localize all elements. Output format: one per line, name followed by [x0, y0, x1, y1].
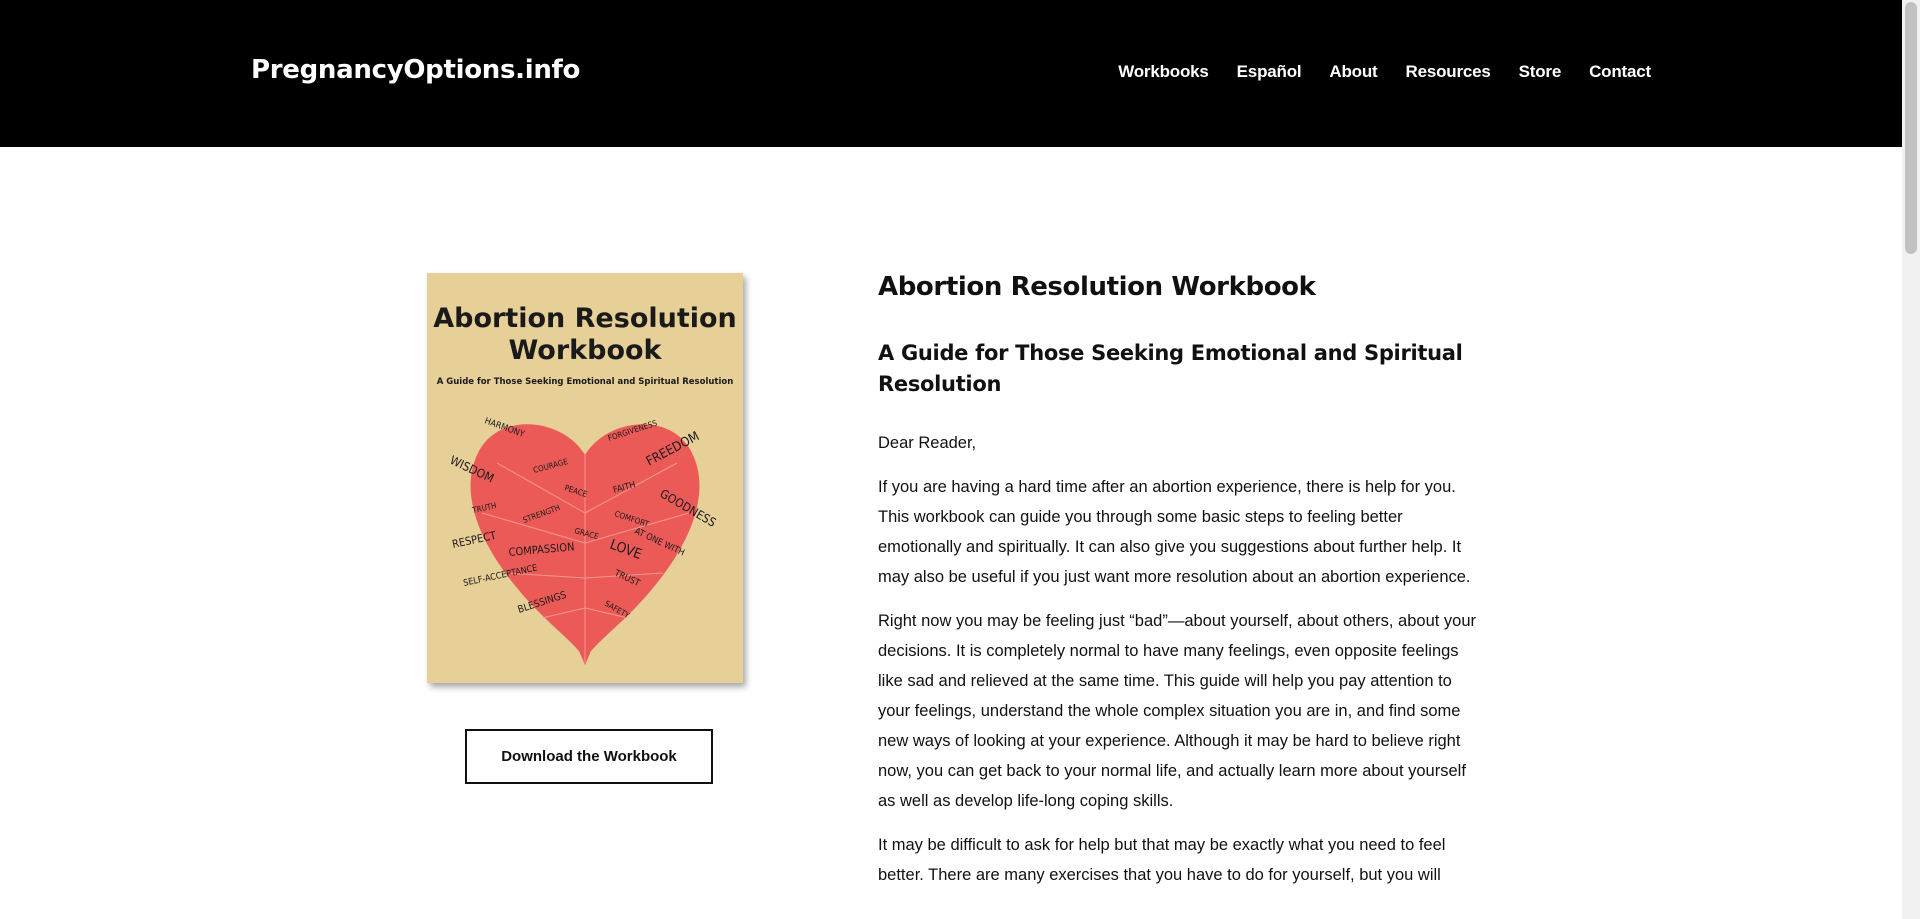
cover-title-line-1: Abortion Resolution	[433, 303, 737, 334]
page-scrollbar[interactable]	[1902, 0, 1920, 919]
cover-subtitle: A Guide for Those Seeking Emotional and …	[436, 377, 734, 387]
workbook-cover-image: Abortion Resolution Workbook A Guide for…	[427, 273, 743, 683]
body-paragraph: If you are having a hard time after an a…	[878, 478, 1471, 586]
cover-title: Abortion Resolution Workbook	[427, 303, 743, 367]
cover-title-line-2: Workbook	[508, 335, 662, 366]
nav-contact[interactable]: Contact	[1589, 62, 1651, 82]
download-workbook-button[interactable]: Download the Workbook	[465, 729, 713, 784]
scrollbar-thumb[interactable]	[1905, 2, 1917, 254]
site-logo[interactable]: PregnancyOptions.info	[251, 55, 580, 85]
nav-workbooks[interactable]: Workbooks	[1118, 62, 1209, 82]
nav-resources[interactable]: Resources	[1406, 62, 1491, 82]
page-subtitle: A Guide for Those Seeking Emotional and …	[878, 341, 1463, 396]
body-paragraph: Right now you may be feeling just “bad”—…	[878, 612, 1477, 810]
main-content: Abortion Resolution Workbook A Guide for…	[878, 272, 1478, 890]
nav-about[interactable]: About	[1329, 62, 1377, 82]
greeting-text: Dear Reader,	[878, 434, 977, 452]
page-title: Abortion Resolution Workbook	[878, 272, 1316, 302]
nav-store[interactable]: Store	[1519, 62, 1562, 82]
nav-espanol[interactable]: Español	[1237, 62, 1302, 82]
site-header: PregnancyOptions.info Workbooks Español …	[0, 0, 1902, 147]
body-paragraph: It may be difficult to ask for help but …	[878, 836, 1446, 884]
main-nav: Workbooks Español About Resources Store …	[1118, 62, 1651, 82]
heart-leaf-illustration: HARMONY FORGIVENESS WISDOM COURAGE FREED…	[448, 416, 719, 665]
